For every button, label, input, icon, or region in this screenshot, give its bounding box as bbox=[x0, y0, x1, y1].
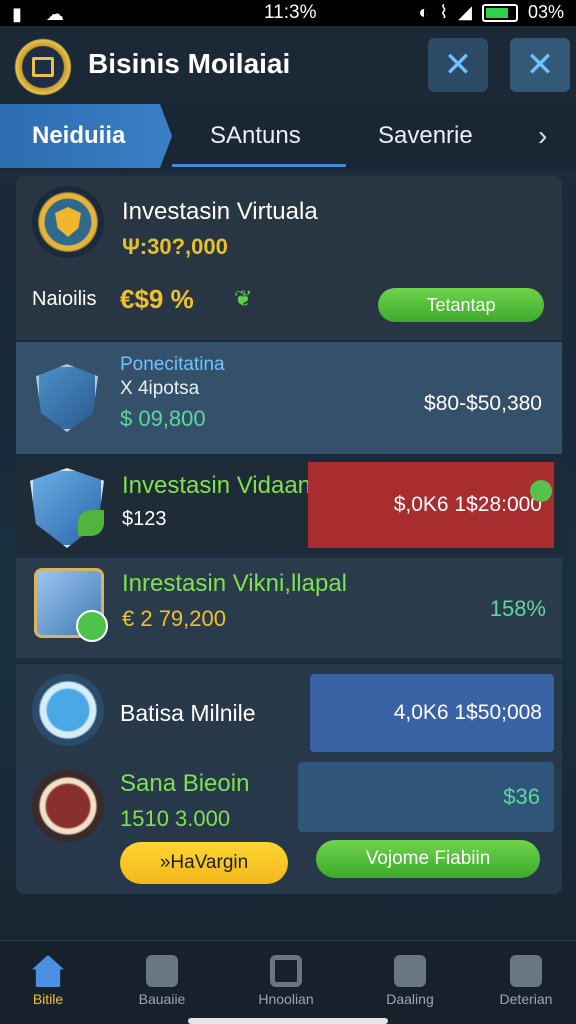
status-bar: ▮ ☁ 11:3% ◐ ⌇ ◢ 03% bbox=[0, 0, 576, 26]
chevron-right-icon[interactable]: › bbox=[538, 120, 547, 152]
tab-bar: Neiduiia SAntuns Savenrie › bbox=[0, 104, 576, 170]
app-title: Bisinis Moilaiai bbox=[88, 48, 291, 79]
alarm-icon: ◐ bbox=[418, 2, 430, 22]
tab-neiduiia[interactable]: Neiduiia bbox=[0, 104, 172, 168]
signal-icon: ▮ bbox=[12, 4, 22, 24]
nav-label: Deterian bbox=[499, 991, 553, 1007]
card-percentage: 158% bbox=[489, 596, 546, 621]
water-drop-icon bbox=[32, 674, 104, 746]
card-title: Inrestasin Vikni,llapal bbox=[122, 570, 348, 597]
document-shield-icon bbox=[30, 468, 104, 548]
nav-label: Daaling bbox=[386, 991, 434, 1007]
investment-card-5[interactable]: Batisa Milnile 4,0K6 1$50;008 bbox=[16, 664, 562, 758]
card-title: Investasin Virtuala bbox=[122, 198, 318, 225]
nav-item-chart[interactable]: Deterian bbox=[478, 955, 574, 1007]
card-percentage: €$9 % bbox=[120, 284, 194, 314]
amount-value: Ψ:30?,000 bbox=[122, 234, 228, 259]
nav-item-search[interactable]: Hnoolian bbox=[238, 955, 334, 1007]
nav-item-home[interactable]: Bitile bbox=[0, 955, 96, 1007]
nav-label: Bauaiie bbox=[138, 991, 186, 1007]
tab-santuns[interactable]: SAntuns bbox=[210, 122, 301, 150]
card-amount: Ψ:30?,000 bbox=[122, 234, 228, 260]
shield-badge-icon bbox=[32, 186, 104, 258]
chart-icon bbox=[510, 955, 542, 987]
nav-label: Hnoolian bbox=[258, 991, 314, 1007]
card-title: Ponecitatina bbox=[120, 354, 225, 375]
investment-card-1[interactable]: Investasin Virtuala Ψ:30?,000 Naioilis €… bbox=[16, 176, 562, 340]
card-label: Naioilis bbox=[32, 288, 97, 310]
shield-chart-icon bbox=[36, 364, 98, 432]
card-subtitle: X 4ipotsa bbox=[120, 378, 200, 399]
card-amount: 1510 3.000 bbox=[120, 806, 231, 831]
tab-underline bbox=[172, 164, 346, 167]
logo bbox=[14, 38, 72, 96]
card-title: Investasin Vidaania bbox=[122, 472, 330, 499]
nav-label: Bitile bbox=[32, 991, 64, 1007]
bottom-nav: Bitile Bauaiie Hnoolian Daaling Deterian bbox=[0, 940, 576, 1024]
home-icon bbox=[32, 955, 64, 987]
wifi-icon: ⌇ bbox=[439, 2, 449, 22]
cell-icon: ◢ bbox=[458, 2, 472, 22]
investment-card-6[interactable]: Sana Bieoin 1510 3.000 $36 »HaVargin Voj… bbox=[16, 758, 562, 894]
nav-item-box[interactable]: Daaling bbox=[362, 955, 458, 1007]
value-box: $36 bbox=[298, 762, 554, 832]
card-amount: $ 09,800 bbox=[120, 406, 206, 431]
badge-icon bbox=[76, 610, 108, 642]
leaf-icon bbox=[78, 510, 104, 536]
cloud-icon: ☁ bbox=[46, 4, 64, 24]
battery-text: 03% bbox=[527, 2, 564, 22]
leaf-icon: ❦ bbox=[234, 286, 253, 311]
card-amount: € 2 79,200 bbox=[122, 606, 226, 631]
status-dot-icon bbox=[530, 480, 552, 502]
nav-item-settings[interactable]: Bauaiie bbox=[114, 955, 210, 1007]
box-icon bbox=[394, 955, 426, 987]
coin-icon bbox=[32, 770, 104, 842]
value-box: $,0K6 1$28:000 bbox=[308, 462, 554, 548]
investment-card-3[interactable]: Investasin Vidaania $123 $,0K6 1$28:000 bbox=[16, 462, 562, 556]
card-range: $80-$50,380 bbox=[424, 392, 542, 415]
gear-icon bbox=[146, 955, 178, 987]
shield-icon bbox=[55, 207, 81, 237]
battery-icon bbox=[481, 3, 518, 22]
close-button-2[interactable]: ✕ bbox=[510, 38, 570, 92]
card-title: Batisa Milnile bbox=[120, 700, 256, 726]
tetantap-button[interactable]: Tetantap bbox=[378, 288, 544, 322]
value-box: 4,0K6 1$50;008 bbox=[310, 674, 554, 752]
search-icon bbox=[270, 955, 302, 987]
close-icon: ✕ bbox=[525, 46, 555, 84]
havargin-button[interactable]: »HaVargin bbox=[120, 842, 288, 884]
app-header: Bisinis Moilaiai ✕ ✕ bbox=[0, 26, 576, 104]
status-time: 11:3% bbox=[264, 2, 317, 23]
card-title: Sana Bieoin bbox=[120, 770, 250, 797]
investment-card-2[interactable]: Ponecitatina X 4ipotsa $ 09,800 $80-$50,… bbox=[16, 342, 562, 454]
vojome-button[interactable]: Vojome Fiabiin bbox=[316, 840, 540, 878]
card-amount: $123 bbox=[122, 508, 167, 530]
close-button[interactable]: ✕ bbox=[428, 38, 488, 92]
close-icon: ✕ bbox=[443, 46, 473, 84]
tab-savenrie[interactable]: Savenrie bbox=[378, 122, 473, 150]
investment-card-4[interactable]: Inrestasin Vikni,llapal € 2 79,200 158% bbox=[16, 558, 562, 658]
building-icon bbox=[32, 57, 54, 77]
home-indicator bbox=[188, 1018, 388, 1024]
